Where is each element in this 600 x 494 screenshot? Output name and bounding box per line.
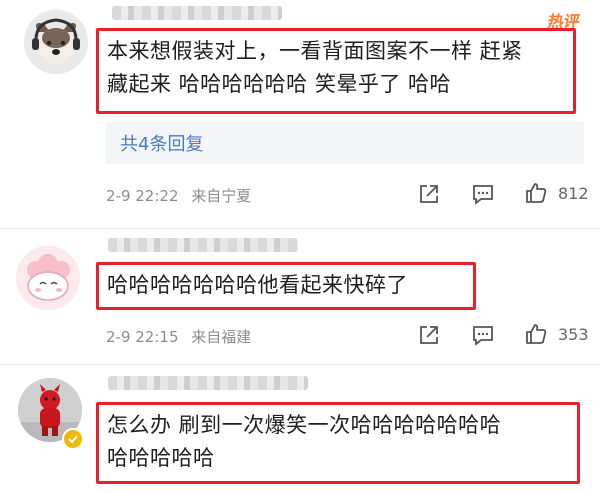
- comment-button[interactable]: [472, 324, 494, 346]
- like-button[interactable]: 812: [524, 181, 589, 205]
- share-button[interactable]: [418, 324, 440, 346]
- comment-icon: [473, 185, 493, 205]
- comment-meta: 2-9 22:22 来自宁夏: [106, 185, 251, 206]
- comment-text: 怎么办 刷到一次爆笑一次哈哈哈哈哈哈哈: [107, 413, 502, 437]
- comment-text: 本来想假装对上，一看背面图案不一样 赶紧: [107, 39, 523, 63]
- username-blurred[interactable]: [108, 238, 298, 252]
- verified-badge-icon: [62, 428, 84, 450]
- comment-icon: [473, 326, 493, 346]
- comment-time: 2-9 22:15: [106, 328, 179, 346]
- comment-highlight-box: 怎么办 刷到一次爆笑一次哈哈哈哈哈哈哈 哈哈哈哈哈: [96, 402, 580, 484]
- comment-time: 2-9 22:22: [106, 187, 179, 205]
- username-blurred[interactable]: [108, 376, 308, 390]
- dog-avatar-icon: [24, 10, 88, 74]
- view-replies-link[interactable]: 共4条回复: [120, 130, 203, 156]
- comment-divider: [0, 228, 600, 229]
- comment-text: 哈哈哈哈哈: [107, 446, 215, 470]
- comment-divider: [0, 364, 600, 365]
- comment-location: 来自福建: [191, 328, 252, 346]
- comment-text: 藏起来 哈哈哈哈哈哈 笑晕乎了 哈哈: [107, 72, 452, 96]
- avatar[interactable]: [24, 10, 88, 74]
- like-count: 812: [558, 183, 589, 203]
- share-button[interactable]: [418, 183, 440, 205]
- avatar[interactable]: [16, 246, 80, 310]
- thumbs-up-icon: [526, 183, 547, 203]
- comment-highlight-box: 哈哈哈哈哈哈哈他看起来快碎了: [96, 262, 476, 310]
- thumbs-up-icon: [526, 324, 547, 344]
- share-icon: [420, 185, 438, 203]
- comment-highlight-box: 本来想假装对上，一看背面图案不一样 赶紧 藏起来 哈哈哈哈哈哈 笑晕乎了 哈哈: [96, 28, 576, 114]
- comment-meta: 2-9 22:15 来自福建: [106, 326, 251, 347]
- replies-panel[interactable]: 共4条回复: [106, 122, 584, 164]
- comment-button[interactable]: [472, 183, 494, 205]
- like-button[interactable]: 353: [524, 322, 589, 346]
- like-count: 353: [558, 324, 589, 344]
- username-blurred[interactable]: [112, 6, 282, 20]
- comment-location: 来自宁夏: [191, 187, 252, 205]
- comment-text: 哈哈哈哈哈哈哈他看起来快碎了: [107, 273, 408, 297]
- share-icon: [420, 326, 438, 344]
- cartoon-sheep-avatar-icon: [16, 246, 80, 310]
